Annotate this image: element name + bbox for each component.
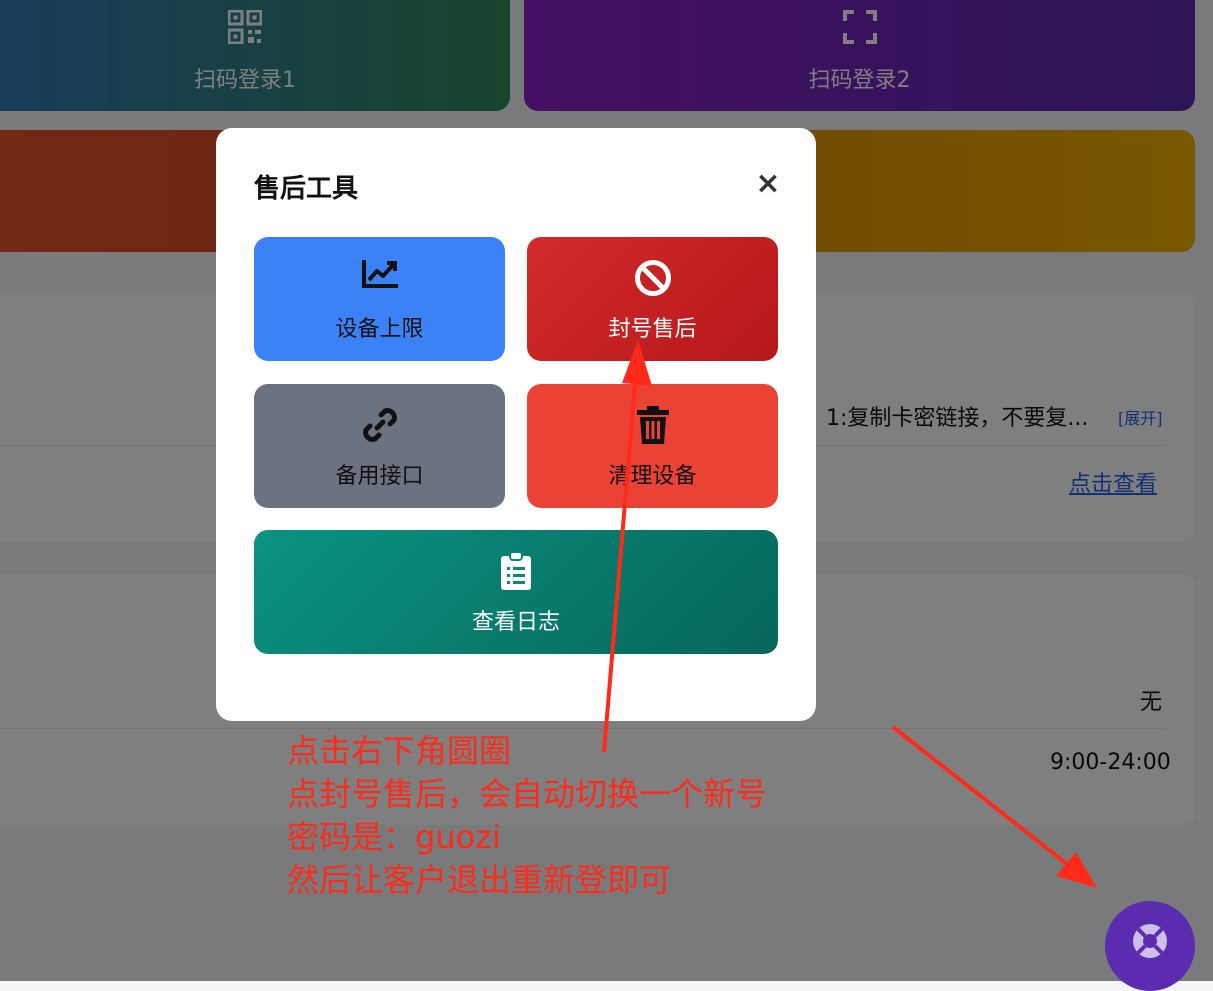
annotation-line: 点封号售后，会自动切换一个新号 (287, 775, 768, 813)
annotation-line: 密码是：guozi (287, 818, 501, 856)
annotation-line: 然后让客户退出重新登即可 (287, 861, 672, 899)
arrow-to-ban-button (602, 340, 652, 753)
annotation-line: 点击右下角圆圈 (287, 732, 512, 770)
annotation-text: 点击右下角圆圈 点封号售后，会自动切换一个新号 密码是：guozi 然后让客户退… (287, 730, 767, 902)
arrow-to-fab (891, 725, 1097, 888)
